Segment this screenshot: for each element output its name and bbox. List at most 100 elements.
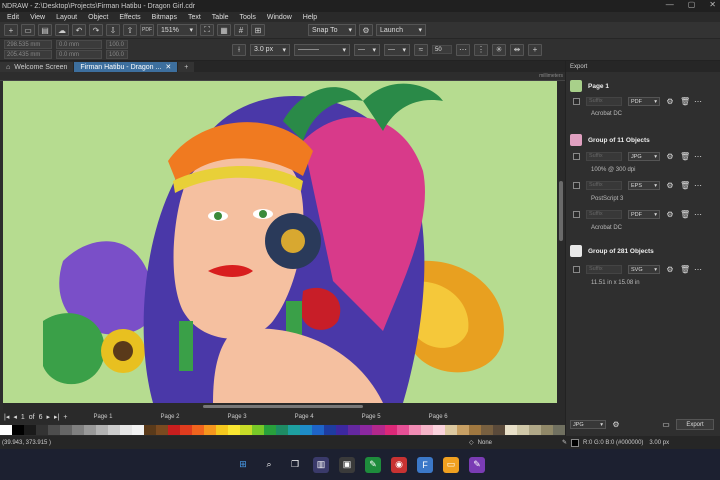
minimize-button[interactable]: — xyxy=(666,0,674,9)
palette-swatch[interactable] xyxy=(384,425,397,435)
palette-swatch[interactable] xyxy=(84,425,97,435)
page-tab-1[interactable]: Page 1 xyxy=(71,414,134,420)
palette-swatch[interactable] xyxy=(192,425,205,435)
menu-help[interactable]: Help xyxy=(298,14,323,21)
scale-x-field[interactable]: 100.0 xyxy=(106,40,128,49)
menu-window[interactable]: Window xyxy=(262,14,298,21)
more-icon[interactable]: ⋯ xyxy=(694,265,702,274)
gear-icon[interactable]: ⚙ xyxy=(666,181,674,190)
menu-edit[interactable]: Edit xyxy=(2,14,25,21)
bulk-format-select[interactable]: JPG ▾ xyxy=(570,420,606,429)
palette-swatch[interactable] xyxy=(396,425,409,435)
vertical-scrollbar[interactable] xyxy=(557,81,565,410)
palette-swatch[interactable] xyxy=(180,425,193,435)
folder-icon[interactable]: ▭ xyxy=(662,420,670,429)
snap-to-select[interactable]: Snap To ▾ xyxy=(308,24,356,36)
node-icon[interactable]: ⋯ xyxy=(456,43,470,56)
scroll-thumb[interactable] xyxy=(203,405,363,408)
menu-view[interactable]: View xyxy=(25,14,51,21)
gear-icon[interactable]: ⚙ xyxy=(666,265,674,274)
start-arrow-select[interactable]: — ▾ xyxy=(354,43,380,56)
palette-swatch[interactable] xyxy=(372,425,385,435)
format-select[interactable]: PDF ▾ xyxy=(628,97,660,106)
suffix-input[interactable]: Suffix xyxy=(586,210,622,219)
add-page-icon[interactable]: + xyxy=(63,414,67,421)
page-tab-4[interactable]: Page 4 xyxy=(273,414,336,420)
task-view-icon[interactable]: ❐ xyxy=(287,457,303,473)
line-style-select[interactable]: ——— ▾ xyxy=(294,43,350,56)
menu-bitmaps[interactable]: Bitmaps xyxy=(147,14,183,21)
suffix-input[interactable]: Suffix xyxy=(586,181,622,190)
last-page-icon[interactable]: ▸| xyxy=(54,413,59,421)
menu-text[interactable]: Text xyxy=(183,14,207,21)
palette-swatch[interactable] xyxy=(108,425,121,435)
horizontal-ruler[interactable]: millimeters xyxy=(0,72,565,81)
palette-swatch[interactable] xyxy=(540,425,553,435)
palette-swatch[interactable] xyxy=(48,425,61,435)
trash-icon[interactable]: 🗑 xyxy=(680,152,690,161)
export-checkbox[interactable] xyxy=(573,182,580,189)
palette-swatch[interactable] xyxy=(432,425,445,435)
palette-swatch[interactable] xyxy=(60,425,73,435)
scale-y-field[interactable]: 100.0 xyxy=(106,50,128,59)
gear-icon[interactable]: ⚙ xyxy=(612,420,620,429)
palette-swatch[interactable] xyxy=(516,425,529,435)
width-field[interactable]: 0.0 mm xyxy=(56,40,102,49)
export-checkbox[interactable] xyxy=(573,211,580,218)
palette-swatch[interactable] xyxy=(156,425,169,435)
extract-icon[interactable]: ✳ xyxy=(492,43,506,56)
trash-icon[interactable]: 🗑 xyxy=(680,210,690,219)
explorer-icon[interactable]: ▭ xyxy=(443,456,459,473)
palette-swatch[interactable] xyxy=(12,425,25,435)
trash-icon[interactable]: 🗑 xyxy=(680,265,690,274)
export-icon[interactable]: ⇧ xyxy=(123,24,137,36)
palette-swatch[interactable] xyxy=(348,425,361,435)
undo-icon[interactable]: ↶ xyxy=(72,24,86,36)
gear-icon[interactable]: ⚙ xyxy=(666,152,674,161)
palette-swatch[interactable] xyxy=(504,425,517,435)
palette-swatch[interactable] xyxy=(360,425,373,435)
palette-swatch[interactable] xyxy=(312,425,325,435)
export-group-281-objects[interactable]: Group of 281 Objects xyxy=(570,245,654,257)
tab-welcome-screen[interactable]: ⌂ Welcome Screen xyxy=(0,62,74,72)
palette-swatch[interactable] xyxy=(216,425,229,435)
palette-swatch[interactable] xyxy=(252,425,265,435)
palette-swatch[interactable] xyxy=(528,425,541,435)
gear-icon[interactable]: ⚙ xyxy=(666,210,674,219)
menu-table[interactable]: Table xyxy=(207,14,235,21)
coreldraw-app-icon[interactable]: ✎ xyxy=(365,456,381,473)
export-group-page-1[interactable]: Page 1 xyxy=(570,80,609,92)
palette-swatch[interactable] xyxy=(456,425,469,435)
palette-swatch[interactable] xyxy=(144,425,157,435)
export-checkbox[interactable] xyxy=(573,153,580,160)
redo-icon[interactable]: ↷ xyxy=(89,24,103,36)
more-icon[interactable]: ⋯ xyxy=(694,181,702,190)
zoom-select[interactable]: 151% ▾ xyxy=(157,24,197,36)
grid-icon[interactable]: # xyxy=(234,24,248,36)
palette-swatch[interactable] xyxy=(228,425,241,435)
smoothing-field[interactable]: 50 xyxy=(432,45,452,54)
menu-object[interactable]: Object xyxy=(83,14,114,21)
store-icon[interactable]: ▣ xyxy=(339,456,355,473)
palette-swatch[interactable] xyxy=(72,425,85,435)
palette-swatch[interactable] xyxy=(288,425,301,435)
format-select[interactable]: JPG ▾ xyxy=(628,152,660,161)
trash-icon[interactable]: 🗑 xyxy=(680,97,690,106)
guidelines-icon[interactable]: ⊞ xyxy=(251,24,265,36)
suffix-input[interactable]: Suffix xyxy=(586,97,622,106)
palette-swatch[interactable] xyxy=(552,425,565,435)
add-icon[interactable]: + xyxy=(528,43,542,56)
palette-swatch[interactable] xyxy=(168,425,181,435)
palette-swatch[interactable] xyxy=(36,425,49,435)
palette-swatch[interactable] xyxy=(96,425,109,435)
more-icon[interactable]: ⋯ xyxy=(694,210,702,219)
page-tab-3[interactable]: Page 3 xyxy=(206,414,269,420)
palette-swatch[interactable] xyxy=(276,425,289,435)
palette-swatch[interactable] xyxy=(408,425,421,435)
page-tab-2[interactable]: Page 2 xyxy=(139,414,202,420)
cloud-icon[interactable]: ☁ xyxy=(55,24,69,36)
palette-swatch[interactable] xyxy=(492,425,505,435)
current-page[interactable]: 1 xyxy=(21,414,25,421)
fullscreen-icon[interactable]: ⛶ xyxy=(200,24,214,36)
close-tab-icon[interactable]: ✕ xyxy=(165,63,171,71)
